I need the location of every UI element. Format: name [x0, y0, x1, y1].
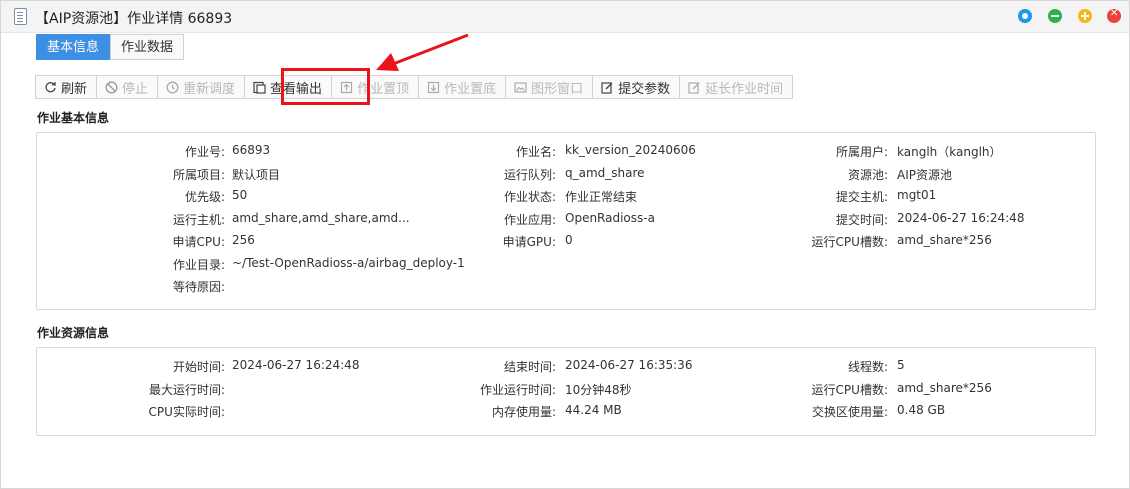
- tab-bar: 基本信息 作业数据: [36, 34, 185, 60]
- extend-time-label: 延长作业时间: [705, 81, 784, 97]
- basic-value: 0: [565, 233, 573, 247]
- annotation-arrow-icon: [376, 33, 469, 71]
- basic-label: 运行CPU槽数:: [811, 235, 888, 249]
- tab-job-data[interactable]: 作业数据: [110, 34, 185, 60]
- basic-value: kanglh（kanglh）: [897, 145, 1002, 159]
- resource-label: 作业运行时间:: [479, 382, 556, 397]
- refresh-icon: [44, 81, 57, 94]
- basic-label: 等待原因:: [172, 280, 225, 294]
- refresh-label: 刷新: [61, 81, 88, 97]
- basic-value: amd_share,amd_share,amd...: [232, 210, 410, 225]
- stop-label: 停止: [122, 81, 149, 97]
- basic-label: 申请CPU:: [172, 235, 225, 249]
- pin-bottom-label: 作业置底: [444, 81, 497, 97]
- restore-button[interactable]: [1018, 9, 1032, 23]
- basic-label: 作业应用:: [503, 212, 556, 227]
- submit-params-label: 提交参数: [618, 81, 671, 97]
- job-detail-window: 【AIP资源池】作业详情 66893 基本信息 作业数据 刷新 停止 重新调度: [0, 0, 1130, 489]
- resource-info-title: 作业资源信息: [37, 326, 110, 340]
- basic-value: 50: [232, 188, 248, 202]
- resource-label: 内存使用量:: [491, 405, 556, 419]
- submit-params-button[interactable]: 提交参数: [592, 75, 681, 99]
- basic-value: mgt01: [897, 188, 937, 202]
- reschedule-label: 重新调度: [183, 81, 236, 97]
- basic-label: 作业目录:: [172, 257, 225, 272]
- resource-value: amd_share*256: [897, 380, 992, 395]
- extend-time-icon: [688, 81, 701, 94]
- resource-label: 线程数:: [847, 360, 888, 374]
- basic-value: kk_version_20240606: [565, 143, 696, 157]
- basic-label: 所属用户:: [835, 145, 888, 159]
- basic-label: 提交主机:: [835, 190, 888, 204]
- basic-value: q_amd_share: [565, 165, 645, 180]
- basic-value: OpenRadioss-a: [565, 210, 655, 225]
- resource-value: 2024-06-27 16:35:36: [565, 358, 693, 372]
- resource-value: 5: [897, 358, 905, 372]
- basic-label: 作业名:: [515, 145, 556, 159]
- graphics-window-button[interactable]: 图形窗口: [505, 75, 594, 99]
- resource-label: 运行CPU槽数:: [811, 382, 888, 397]
- pin-bottom-button[interactable]: 作业置底: [418, 75, 507, 99]
- basic-info-panel: 作业号: 66893 作业名: kk_version_20240606 所属用户: kan…: [36, 132, 1096, 310]
- toolbar: 刷新 停止 重新调度 查看输出 作业置顶 作业置底 图形窗口 提交参数 延长作业…: [35, 75, 794, 99]
- resource-info-panel: 开始时间: 2024-06-27 16:24:48 结束时间: 2024-06-27 …: [36, 347, 1096, 436]
- basic-label: 提交时间:: [835, 212, 888, 227]
- basic-label: 优先级:: [184, 190, 225, 204]
- basic-info-title: 作业基本信息: [37, 111, 110, 125]
- graphics-window-label: 图形窗口: [531, 81, 584, 97]
- graphics-window-icon: [514, 81, 527, 94]
- resource-label: 交换区使用量:: [811, 405, 888, 419]
- tab-basic-info[interactable]: 基本信息: [36, 34, 111, 60]
- resource-label: 结束时间:: [503, 360, 556, 374]
- basic-value: ~/Test-OpenRadioss-a/airbag_deploy-1: [232, 255, 465, 270]
- basic-value: AIP资源池: [897, 167, 952, 182]
- close-button[interactable]: [1107, 8, 1121, 23]
- basic-value: 作业正常结束: [565, 190, 638, 204]
- stop-button[interactable]: 停止: [96, 75, 159, 99]
- basic-value: 256: [232, 233, 255, 247]
- basic-label: 作业号:: [184, 145, 225, 159]
- basic-value: 66893: [232, 143, 271, 157]
- title-bar: 【AIP资源池】作业详情 66893: [1, 1, 1129, 33]
- extend-time-button[interactable]: 延长作业时间: [679, 75, 794, 99]
- output-icon: [253, 81, 266, 94]
- reschedule-icon: [166, 81, 179, 94]
- document-icon: [14, 8, 27, 25]
- resource-label: 最大运行时间:: [148, 382, 225, 397]
- basic-label: 资源池:: [847, 167, 888, 182]
- reschedule-button[interactable]: 重新调度: [157, 75, 246, 99]
- basic-label: 运行队列:: [503, 167, 556, 182]
- basic-label: 运行主机:: [172, 212, 225, 227]
- basic-label: 作业状态:: [503, 190, 556, 204]
- basic-value: 2024-06-27 16:24:48: [897, 210, 1025, 225]
- basic-value: amd_share*256: [897, 233, 992, 247]
- resource-label: 开始时间:: [172, 360, 225, 374]
- resource-value: 0.48 GB: [897, 403, 946, 417]
- edit-icon: [601, 81, 614, 94]
- pin-bottom-icon: [427, 81, 440, 94]
- stop-icon: [105, 81, 118, 94]
- minimize-button[interactable]: [1048, 9, 1062, 23]
- resource-value: 10分钟48秒: [565, 382, 632, 397]
- window-title: 【AIP资源池】作业详情 66893: [35, 11, 233, 27]
- basic-label: 所属项目:: [172, 167, 225, 182]
- basic-label: 申请GPU:: [502, 235, 556, 249]
- resource-label: CPU实际时间:: [148, 405, 225, 419]
- resource-value: 44.24 MB: [565, 403, 622, 417]
- highlight-box: [281, 68, 370, 105]
- resource-value: 2024-06-27 16:24:48: [232, 358, 360, 372]
- maximize-button[interactable]: [1078, 9, 1092, 23]
- refresh-button[interactable]: 刷新: [35, 75, 98, 99]
- basic-value: 默认项目: [232, 167, 281, 182]
